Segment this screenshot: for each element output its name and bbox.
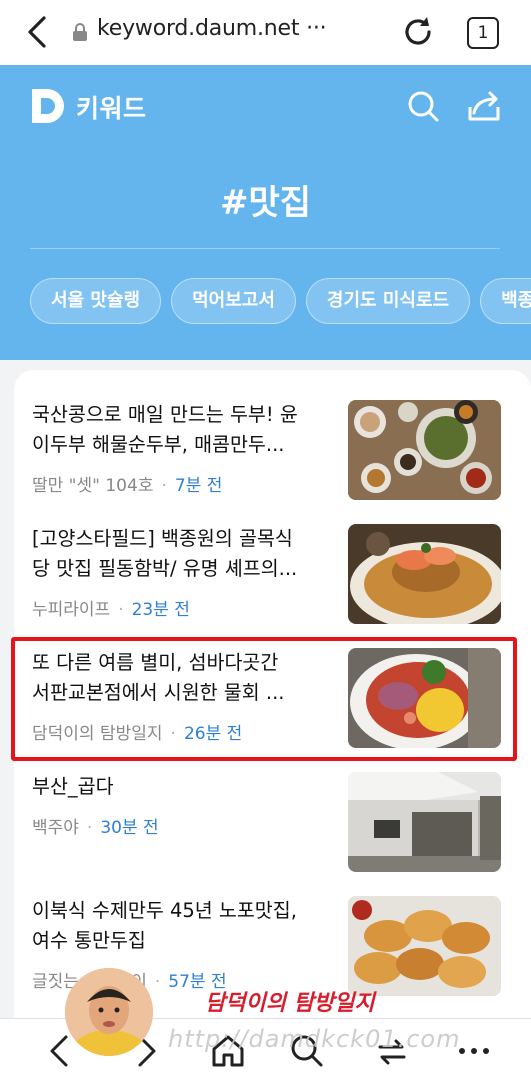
service-name[interactable]: 키워드 xyxy=(76,89,147,125)
list-item[interactable]: [고양스타필드] 백종원의 골목식 당 맛집 필동함박/ 유명 셰프의... 누… xyxy=(14,522,531,642)
article-title[interactable]: 국산콩으로 매일 만드는 두부! 윤 이두부 해물순두부, 매콤만두... xyxy=(32,400,322,460)
chip-keyword[interactable]: 경기도 미식로드 xyxy=(305,278,471,324)
article-title[interactable]: 부산_곱다 xyxy=(32,772,322,802)
lock-icon xyxy=(73,23,87,41)
keyword-header: 키워드 #맛집 서울 맛슐랭 먹어보고서 경기도 미식로드 백종 xyxy=(0,65,531,360)
browser-toolbar: keyword.daum.net ··· 1 xyxy=(0,0,531,65)
chip-keyword[interactable]: 서울 맛슐랭 xyxy=(30,278,162,324)
back-arrow-icon[interactable] xyxy=(22,14,52,50)
tab-count-button[interactable]: 1 xyxy=(467,17,499,49)
chip-keyword[interactable]: 백종 xyxy=(480,278,531,324)
article-source: 백주야 xyxy=(32,818,79,838)
list-item[interactable]: 국산콩으로 매일 만드는 두부! 윤 이두부 해물순두부, 매콤만두... 딸만… xyxy=(14,398,531,518)
article-source: 누피라이프 xyxy=(32,600,111,620)
article-thumbnail-image[interactable] xyxy=(348,896,501,996)
search-icon[interactable] xyxy=(406,89,440,123)
article-thumbnail-image[interactable] xyxy=(348,400,501,500)
list-item[interactable]: 부산_곱다 백주야 · 30분 전 xyxy=(14,770,531,890)
share-icon[interactable] xyxy=(466,89,502,123)
article-time: 7분 전 xyxy=(174,476,223,496)
article-meta: 딸만 "셋" 104호 · 7분 전 xyxy=(32,476,223,496)
article-time: 30분 전 xyxy=(100,818,159,838)
article-title[interactable]: 이북식 수제만두 45년 노포맛집, 여수 통만두집 xyxy=(32,896,322,956)
reload-icon[interactable] xyxy=(400,14,436,50)
avatar xyxy=(65,968,153,1056)
header-divider xyxy=(30,248,500,249)
article-time: 23분 전 xyxy=(131,600,190,620)
article-meta: 누피라이프 · 23분 전 xyxy=(32,600,190,620)
chip-keyword[interactable]: 먹어보고서 xyxy=(171,278,296,324)
article-thumbnail-image[interactable] xyxy=(348,524,501,624)
article-meta: 백주야 · 30분 전 xyxy=(32,818,159,838)
article-thumbnail-image[interactable] xyxy=(348,772,501,872)
tab-count: 1 xyxy=(477,23,489,43)
url-text[interactable]: keyword.daum.net ··· xyxy=(97,16,327,41)
article-title[interactable]: [고양스타필드] 백종원의 골목식 당 맛집 필동함박/ 유명 셰프의... xyxy=(32,524,322,584)
daum-logo-icon[interactable] xyxy=(30,87,66,125)
article-source: 딸만 "셋" 104호 xyxy=(32,476,154,496)
watermark-url: http://damdkck01.com xyxy=(168,1025,461,1053)
watermark-text: 담덕이의 탐방일지 xyxy=(205,991,375,1016)
highlight-box xyxy=(11,637,517,761)
keyword-hashtag: #맛집 xyxy=(219,183,312,223)
related-keyword-chips: 서울 맛슐랭 먹어보고서 경기도 미식로드 백종 xyxy=(30,278,531,326)
